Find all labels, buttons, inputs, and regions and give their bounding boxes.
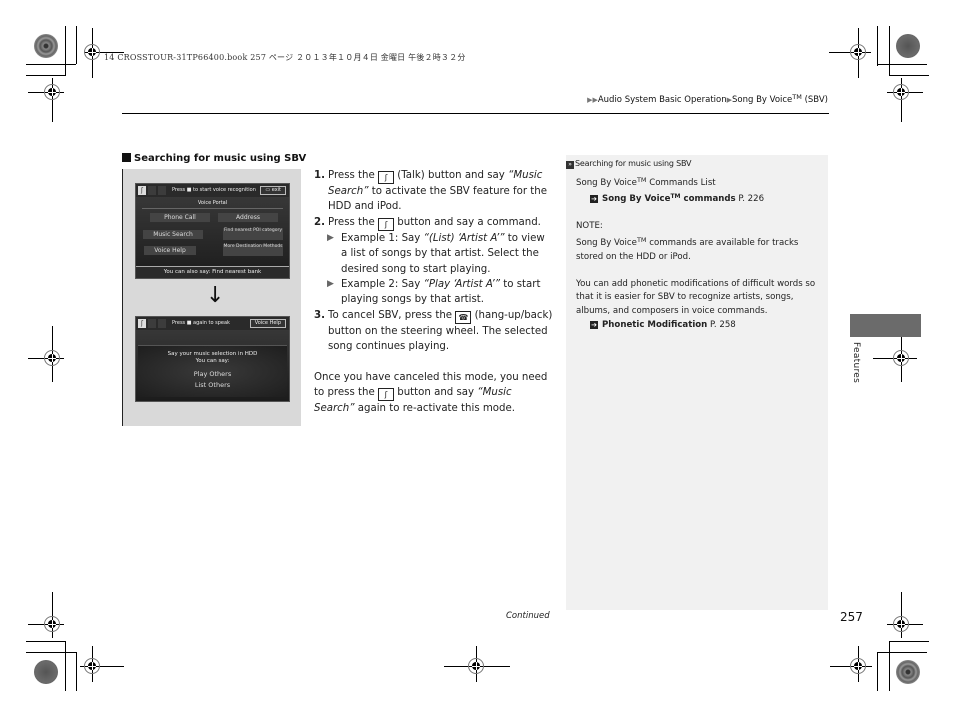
inactive-icon <box>148 319 156 328</box>
reference-arrow-icon: ➔ <box>590 320 598 329</box>
step-3: 3. To cancel SBV, press the ☎ (hang-up/b… <box>314 309 553 353</box>
hang-up-back-button-icon: ☎ <box>455 310 472 324</box>
rosette-mark-icon <box>34 34 58 58</box>
instructions: 1. Press the ʃ (Talk) button and say “Mu… <box>314 168 554 416</box>
reference-link-commands[interactable]: ➔ Song By VoiceTM commands P. 226 <box>566 190 828 207</box>
screen-title: Voice Portal <box>197 200 228 206</box>
chapter-tab[interactable] <box>850 314 921 337</box>
talk-icon: ʃ <box>138 186 146 195</box>
screen-status-bar: ʃ Press ■ to start voice recognition ▭ e… <box>136 184 289 197</box>
chapter-label: Features <box>851 342 861 384</box>
rosette-mark-icon <box>896 34 920 58</box>
screen-option: Phone Call <box>150 213 210 222</box>
crop-line <box>26 75 66 76</box>
breadcrumb-item[interactable]: Song By VoiceTM (SBV) <box>732 93 828 105</box>
breadcrumb-item[interactable]: Audio System Basic Operation <box>598 95 727 105</box>
closing-paragraph: Once you have canceled this mode, you ne… <box>314 371 548 415</box>
reference-link-phonetic[interactable]: ➔ Phonetic Modification P. 258 <box>566 319 828 333</box>
example-2: ▶ Example 2: Say “Play ‘Artist A’” to st… <box>327 279 541 306</box>
commands-list-label: Song By VoiceTM Commands List <box>576 175 716 188</box>
step-1: 1. Press the ʃ (Talk) button and say “Mu… <box>314 170 547 213</box>
reference-arrow-icon: ➔ <box>590 195 598 204</box>
screen-option: Address <box>218 213 278 222</box>
crop-line <box>76 652 77 691</box>
talk-button-icon: ʃ <box>378 217 395 231</box>
music-search-screen: ʃ Press ■ again to speak Voice Help Say … <box>135 316 290 402</box>
screen-prompt: You can say: <box>195 358 230 364</box>
screen-command: List Others <box>194 381 231 389</box>
screen-body: Say your music selection in HDD You can … <box>138 345 287 397</box>
crop-line <box>76 26 77 64</box>
print-header: 14 CROSSTOUR-31TP66400.book 257 ページ ２０１３… <box>104 53 466 62</box>
note-label: NOTE: <box>576 221 603 232</box>
square-bullet-icon <box>122 153 131 162</box>
talk-button-icon: ʃ <box>378 171 395 184</box>
crop-line <box>889 641 929 642</box>
header-divider <box>122 113 829 114</box>
voice-portal-screen: ʃ Press ■ to start voice recognition ▭ e… <box>135 183 290 279</box>
triangle-bullet-icon: ▶ <box>327 232 334 243</box>
crop-line <box>889 75 929 76</box>
step-2: 2. Press the ʃ button and say a command. <box>314 216 541 231</box>
crop-line <box>26 64 76 65</box>
inactive-icon <box>158 186 166 195</box>
crop-line <box>26 652 76 653</box>
screen-option: Voice Help <box>144 246 196 255</box>
example-1: ▶ Example 1: Say “(List) ‘Artist A’” to … <box>327 232 545 275</box>
screen-footer: You can also say: Find nearest bank <box>136 266 289 278</box>
crop-line <box>26 641 66 642</box>
inactive-icon <box>148 186 156 195</box>
crop-line <box>877 652 878 691</box>
double-arrow-icon: » <box>566 161 574 169</box>
crop-line <box>877 64 927 65</box>
note-text: Song By VoiceTM commands are available f… <box>576 235 799 262</box>
crop-line <box>877 26 878 66</box>
phonetic-text: You can add phonetic modifications of di… <box>576 278 816 316</box>
crop-line <box>65 26 66 76</box>
breadcrumb-arrow-icon: ▶▶ <box>587 96 598 104</box>
screen-prompt: Say your music selection in HDD <box>167 351 258 357</box>
down-arrow-icon: ↓ <box>206 283 225 308</box>
inactive-icon <box>158 319 166 328</box>
screen-divider <box>142 208 283 209</box>
screen-voice-help-button: Voice Help <box>249 319 286 328</box>
talk-button-icon: ʃ <box>378 388 394 402</box>
screen-exit-button: ▭ exit <box>260 186 286 195</box>
screen-message: Press ■ again to speak <box>172 320 230 326</box>
rosette-mark-icon <box>896 660 920 684</box>
rosette-mark-icon <box>34 660 58 684</box>
triangle-bullet-icon: ▶ <box>327 279 334 290</box>
screen-option: Music Search <box>143 230 203 239</box>
screen-option: More Destination Methods <box>223 244 283 256</box>
sidebar-notes: » Searching for music using SBV Song By V… <box>566 155 828 610</box>
section-heading: Searching for music using SBV <box>122 153 306 164</box>
screen-status-bar: ʃ Press ■ again to speak Voice Help <box>136 317 289 330</box>
page-number: 257 <box>840 610 863 624</box>
crop-line <box>65 641 66 691</box>
continued-label: Continued <box>506 611 550 621</box>
crop-line <box>877 652 927 653</box>
sidebar-title: » Searching for music using SBV <box>566 157 828 171</box>
screen-message: Press ■ to start voice recognition <box>172 187 256 193</box>
figure-panel: ʃ Press ■ to start voice recognition ▭ e… <box>122 169 301 426</box>
breadcrumb: ▶▶Audio System Basic Operation▶Song By V… <box>587 93 828 105</box>
talk-icon: ʃ <box>138 319 146 328</box>
crop-line <box>889 26 890 76</box>
screen-command: Play Others <box>193 370 232 378</box>
crop-line <box>889 641 890 691</box>
screen-option: Find nearest POI category <box>223 228 283 240</box>
